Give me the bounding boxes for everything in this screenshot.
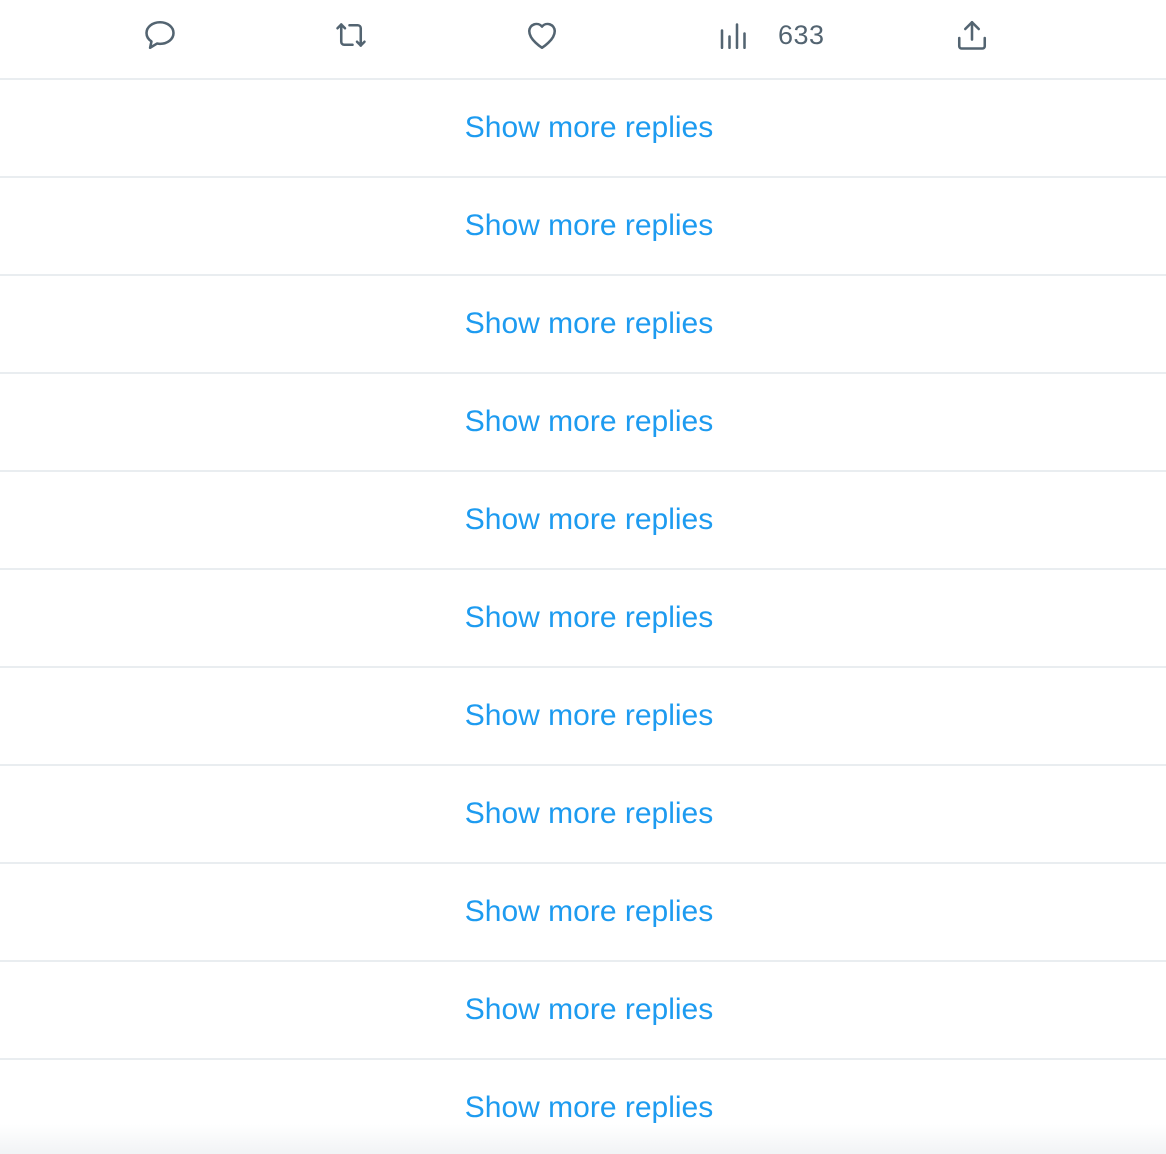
views-chart-icon bbox=[716, 17, 752, 53]
show-more-replies-link[interactable]: Show more replies bbox=[465, 895, 713, 929]
tweet-action-bar: 633 bbox=[0, 0, 1166, 80]
show-more-replies-row[interactable]: Show more replies bbox=[0, 80, 1166, 178]
show-more-replies-row[interactable]: Show more replies bbox=[0, 178, 1166, 276]
show-more-replies-link[interactable]: Show more replies bbox=[465, 111, 713, 145]
views-count: 633 bbox=[778, 19, 825, 50]
retweet-icon bbox=[333, 17, 369, 53]
show-more-replies-row[interactable]: Show more replies bbox=[0, 864, 1166, 962]
show-more-replies-row[interactable]: Show more replies bbox=[0, 766, 1166, 864]
show-more-replies-link[interactable]: Show more replies bbox=[465, 405, 713, 439]
show-more-replies-row[interactable]: Show more replies bbox=[0, 1060, 1166, 1154]
show-more-replies-link[interactable]: Show more replies bbox=[465, 699, 713, 733]
show-more-replies-row[interactable]: Show more replies bbox=[0, 374, 1166, 472]
show-more-replies-link[interactable]: Show more replies bbox=[465, 601, 713, 635]
show-more-replies-row[interactable]: Show more replies bbox=[0, 962, 1166, 1060]
show-more-replies-link[interactable]: Show more replies bbox=[465, 209, 713, 243]
show-more-replies-link[interactable]: Show more replies bbox=[465, 503, 713, 537]
show-more-replies-row[interactable]: Show more replies bbox=[0, 570, 1166, 668]
show-more-replies-row[interactable]: Show more replies bbox=[0, 472, 1166, 570]
like-button[interactable] bbox=[524, 0, 560, 70]
reply-button[interactable] bbox=[142, 0, 178, 70]
heart-icon bbox=[524, 17, 560, 53]
show-more-replies-row[interactable]: Show more replies bbox=[0, 276, 1166, 374]
views-button[interactable]: 633 bbox=[716, 0, 825, 70]
show-more-replies-link[interactable]: Show more replies bbox=[465, 797, 713, 831]
reply-thread-page: 633 Show more replies Show more replies … bbox=[0, 0, 1166, 1154]
reply-icon bbox=[142, 17, 178, 53]
show-more-replies-link[interactable]: Show more replies bbox=[465, 307, 713, 341]
show-more-replies-link[interactable]: Show more replies bbox=[465, 993, 713, 1027]
share-upload-icon bbox=[954, 17, 990, 53]
show-more-replies-link[interactable]: Show more replies bbox=[465, 1091, 713, 1125]
share-button[interactable] bbox=[954, 0, 990, 70]
retweet-button[interactable] bbox=[333, 0, 369, 70]
show-more-replies-row[interactable]: Show more replies bbox=[0, 668, 1166, 766]
